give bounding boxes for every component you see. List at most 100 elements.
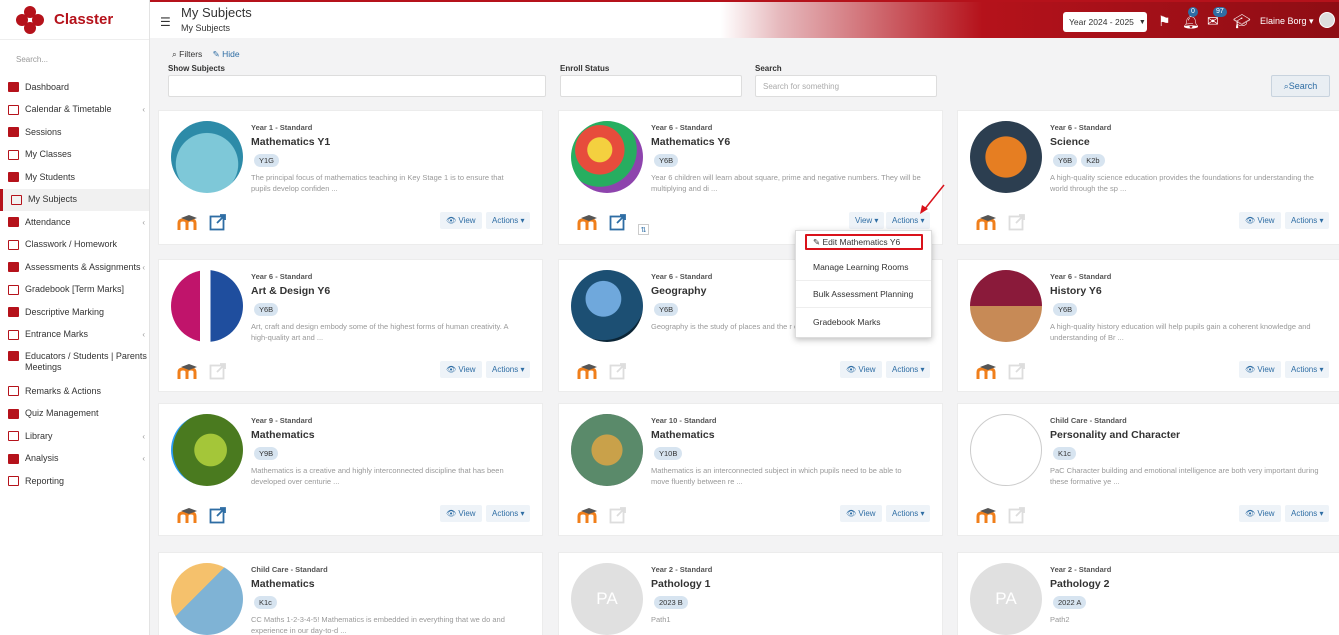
sidebar-item-library[interactable]: Library ‹ bbox=[0, 425, 149, 448]
subject-image[interactable] bbox=[970, 270, 1042, 342]
class-tag[interactable]: K1c bbox=[254, 596, 277, 609]
search-button[interactable]: ⌕ Search bbox=[1271, 75, 1330, 97]
sidebar-item-classwork-homework[interactable]: Classwork / Homework bbox=[0, 234, 149, 257]
view-button[interactable]: 👁︎ View bbox=[1239, 212, 1281, 229]
moodle-icon[interactable] bbox=[976, 215, 1000, 231]
class-tag[interactable]: Y6B bbox=[1053, 154, 1078, 167]
sidebar-item-reporting[interactable]: Reporting bbox=[0, 470, 149, 493]
class-tag[interactable]: Y10B bbox=[654, 447, 683, 460]
subject-image[interactable] bbox=[571, 121, 643, 193]
brand-logo[interactable]: Classter bbox=[0, 0, 149, 40]
sidebar-item-my-subjects[interactable]: My Subjects bbox=[0, 188, 149, 211]
subject-title[interactable]: Art & Design Y6 bbox=[251, 285, 330, 297]
actions-button[interactable]: Actions ▾ bbox=[486, 361, 531, 378]
flag-icon[interactable]: ⚑ bbox=[1158, 13, 1171, 30]
class-tag[interactable]: Y6B bbox=[254, 303, 279, 316]
mail-icon[interactable]: ✉ 97 bbox=[1207, 7, 1227, 30]
subject-title[interactable]: History Y6 bbox=[1050, 285, 1102, 297]
class-tag[interactable]: Y6B bbox=[1053, 303, 1078, 316]
external-link-icon[interactable] bbox=[1008, 506, 1026, 524]
sidebar-item-quiz-management[interactable]: Quiz Management bbox=[0, 403, 149, 426]
graduation-cap-icon[interactable]: 🎓︎ bbox=[1233, 13, 1251, 30]
actions-button[interactable]: Actions ▾ bbox=[1285, 505, 1330, 522]
sidebar-item-gradebook-term-marks[interactable]: Gradebook [Term Marks] bbox=[0, 279, 149, 302]
dropdown-item-bulk-assessment[interactable]: Bulk Assessment Planning bbox=[796, 281, 931, 308]
subject-image[interactable] bbox=[171, 270, 243, 342]
subject-title[interactable]: Mathematics Y1 bbox=[251, 136, 330, 148]
external-link-icon[interactable] bbox=[209, 362, 227, 380]
search-input[interactable]: Search for something bbox=[755, 75, 937, 97]
external-link-icon[interactable] bbox=[1008, 362, 1026, 380]
actions-button[interactable]: Actions ▾ bbox=[486, 505, 531, 522]
sidebar-search-input[interactable]: Search... bbox=[0, 40, 149, 76]
sidebar-item-descriptive-marking[interactable]: Descriptive Marking bbox=[0, 301, 149, 324]
moodle-icon[interactable] bbox=[177, 364, 201, 380]
subject-image[interactable] bbox=[171, 121, 243, 193]
sidebar-item-assessments-assignments[interactable]: Assessments & Assignments ‹ bbox=[0, 256, 149, 279]
subject-title[interactable]: Pathology 2 bbox=[1050, 578, 1110, 590]
subject-title[interactable]: Pathology 1 bbox=[651, 578, 711, 590]
actions-button[interactable]: Actions ▾ bbox=[1285, 212, 1330, 229]
class-tag[interactable]: Y6B bbox=[654, 303, 679, 316]
subject-image[interactable]: PA bbox=[571, 563, 643, 635]
class-tag[interactable]: Y6B bbox=[654, 154, 679, 167]
moodle-icon[interactable] bbox=[976, 508, 1000, 524]
actions-button[interactable]: Actions ▾ bbox=[486, 212, 531, 229]
moodle-icon[interactable] bbox=[577, 215, 601, 231]
moodle-icon[interactable] bbox=[177, 215, 201, 231]
sync-icon[interactable]: ⇅ bbox=[638, 224, 649, 235]
view-button[interactable]: 👁︎ View bbox=[840, 361, 882, 378]
view-button[interactable]: 👁︎ View bbox=[440, 212, 482, 229]
external-link-icon[interactable] bbox=[609, 213, 627, 231]
subject-title[interactable]: Science bbox=[1050, 136, 1090, 148]
subject-image[interactable] bbox=[171, 563, 243, 635]
sidebar-item-attendance[interactable]: Attendance ‹ bbox=[0, 211, 149, 234]
external-link-icon[interactable] bbox=[609, 506, 627, 524]
class-tag[interactable]: 2023 B bbox=[654, 596, 688, 609]
user-name[interactable]: Elaine Borg ▾ bbox=[1260, 16, 1314, 27]
sidebar-item-remarks-actions[interactable]: Remarks & Actions bbox=[0, 380, 149, 403]
subject-image[interactable] bbox=[571, 414, 643, 486]
actions-button[interactable]: Actions ▾ bbox=[1285, 361, 1330, 378]
subject-image[interactable] bbox=[970, 121, 1042, 193]
subject-title[interactable]: Geography bbox=[651, 285, 706, 297]
enroll-status-select[interactable] bbox=[560, 75, 742, 97]
avatar[interactable] bbox=[1319, 12, 1335, 28]
moodle-icon[interactable] bbox=[577, 364, 601, 380]
moodle-icon[interactable] bbox=[976, 364, 1000, 380]
actions-button[interactable]: Actions ▾ bbox=[886, 361, 931, 378]
external-link-icon[interactable] bbox=[209, 213, 227, 231]
subject-title[interactable]: Mathematics bbox=[251, 429, 315, 441]
class-tag[interactable]: Y9B bbox=[254, 447, 279, 460]
bell-icon[interactable]: 🔔︎ 0 bbox=[1182, 7, 1200, 30]
external-link-icon[interactable] bbox=[609, 362, 627, 380]
actions-button[interactable]: Actions ▾ bbox=[886, 505, 931, 522]
hide-filters-link[interactable]: ✎ Hide bbox=[213, 49, 240, 59]
class-tag[interactable]: Y1G bbox=[254, 154, 280, 167]
view-button[interactable]: View ▾ bbox=[849, 212, 885, 229]
sidebar-item-educators-students-parents-meetings[interactable]: Educators / Students | Parents Meetings ‹ bbox=[0, 346, 149, 380]
class-tag[interactable]: 2022 A bbox=[1053, 596, 1087, 609]
external-link-icon[interactable] bbox=[209, 506, 227, 524]
view-button[interactable]: 👁︎ View bbox=[440, 505, 482, 522]
filters-toggle[interactable]: ⌕ Filters ✎ Hide bbox=[172, 49, 240, 60]
subject-title[interactable]: Mathematics bbox=[651, 429, 715, 441]
subject-image[interactable] bbox=[171, 414, 243, 486]
sidebar-item-calendar-timetable[interactable]: Calendar & Timetable ‹ bbox=[0, 99, 149, 122]
subject-image[interactable]: PA bbox=[970, 563, 1042, 635]
moodle-icon[interactable] bbox=[577, 508, 601, 524]
dropdown-item-edit[interactable]: ✎ Edit Mathematics Y6 bbox=[805, 234, 923, 250]
year-select[interactable]: Year 2024 - 2025 ▼ bbox=[1063, 12, 1147, 32]
view-button[interactable]: 👁︎ View bbox=[1239, 361, 1281, 378]
sidebar-item-my-classes[interactable]: My Classes bbox=[0, 144, 149, 167]
show-subjects-select[interactable] bbox=[168, 75, 546, 97]
view-button[interactable]: 👁︎ View bbox=[840, 505, 882, 522]
subject-title[interactable]: Personality and Character bbox=[1050, 429, 1180, 441]
sidebar-item-analysis[interactable]: Analysis ‹ bbox=[0, 448, 149, 471]
class-tag[interactable]: K2b bbox=[1081, 154, 1105, 167]
external-link-icon[interactable] bbox=[1008, 213, 1026, 231]
sidebar-item-my-students[interactable]: My Students bbox=[0, 166, 149, 189]
view-button[interactable]: 👁︎ View bbox=[1239, 505, 1281, 522]
subject-image[interactable] bbox=[970, 414, 1042, 486]
subject-title[interactable]: Mathematics bbox=[251, 578, 315, 590]
